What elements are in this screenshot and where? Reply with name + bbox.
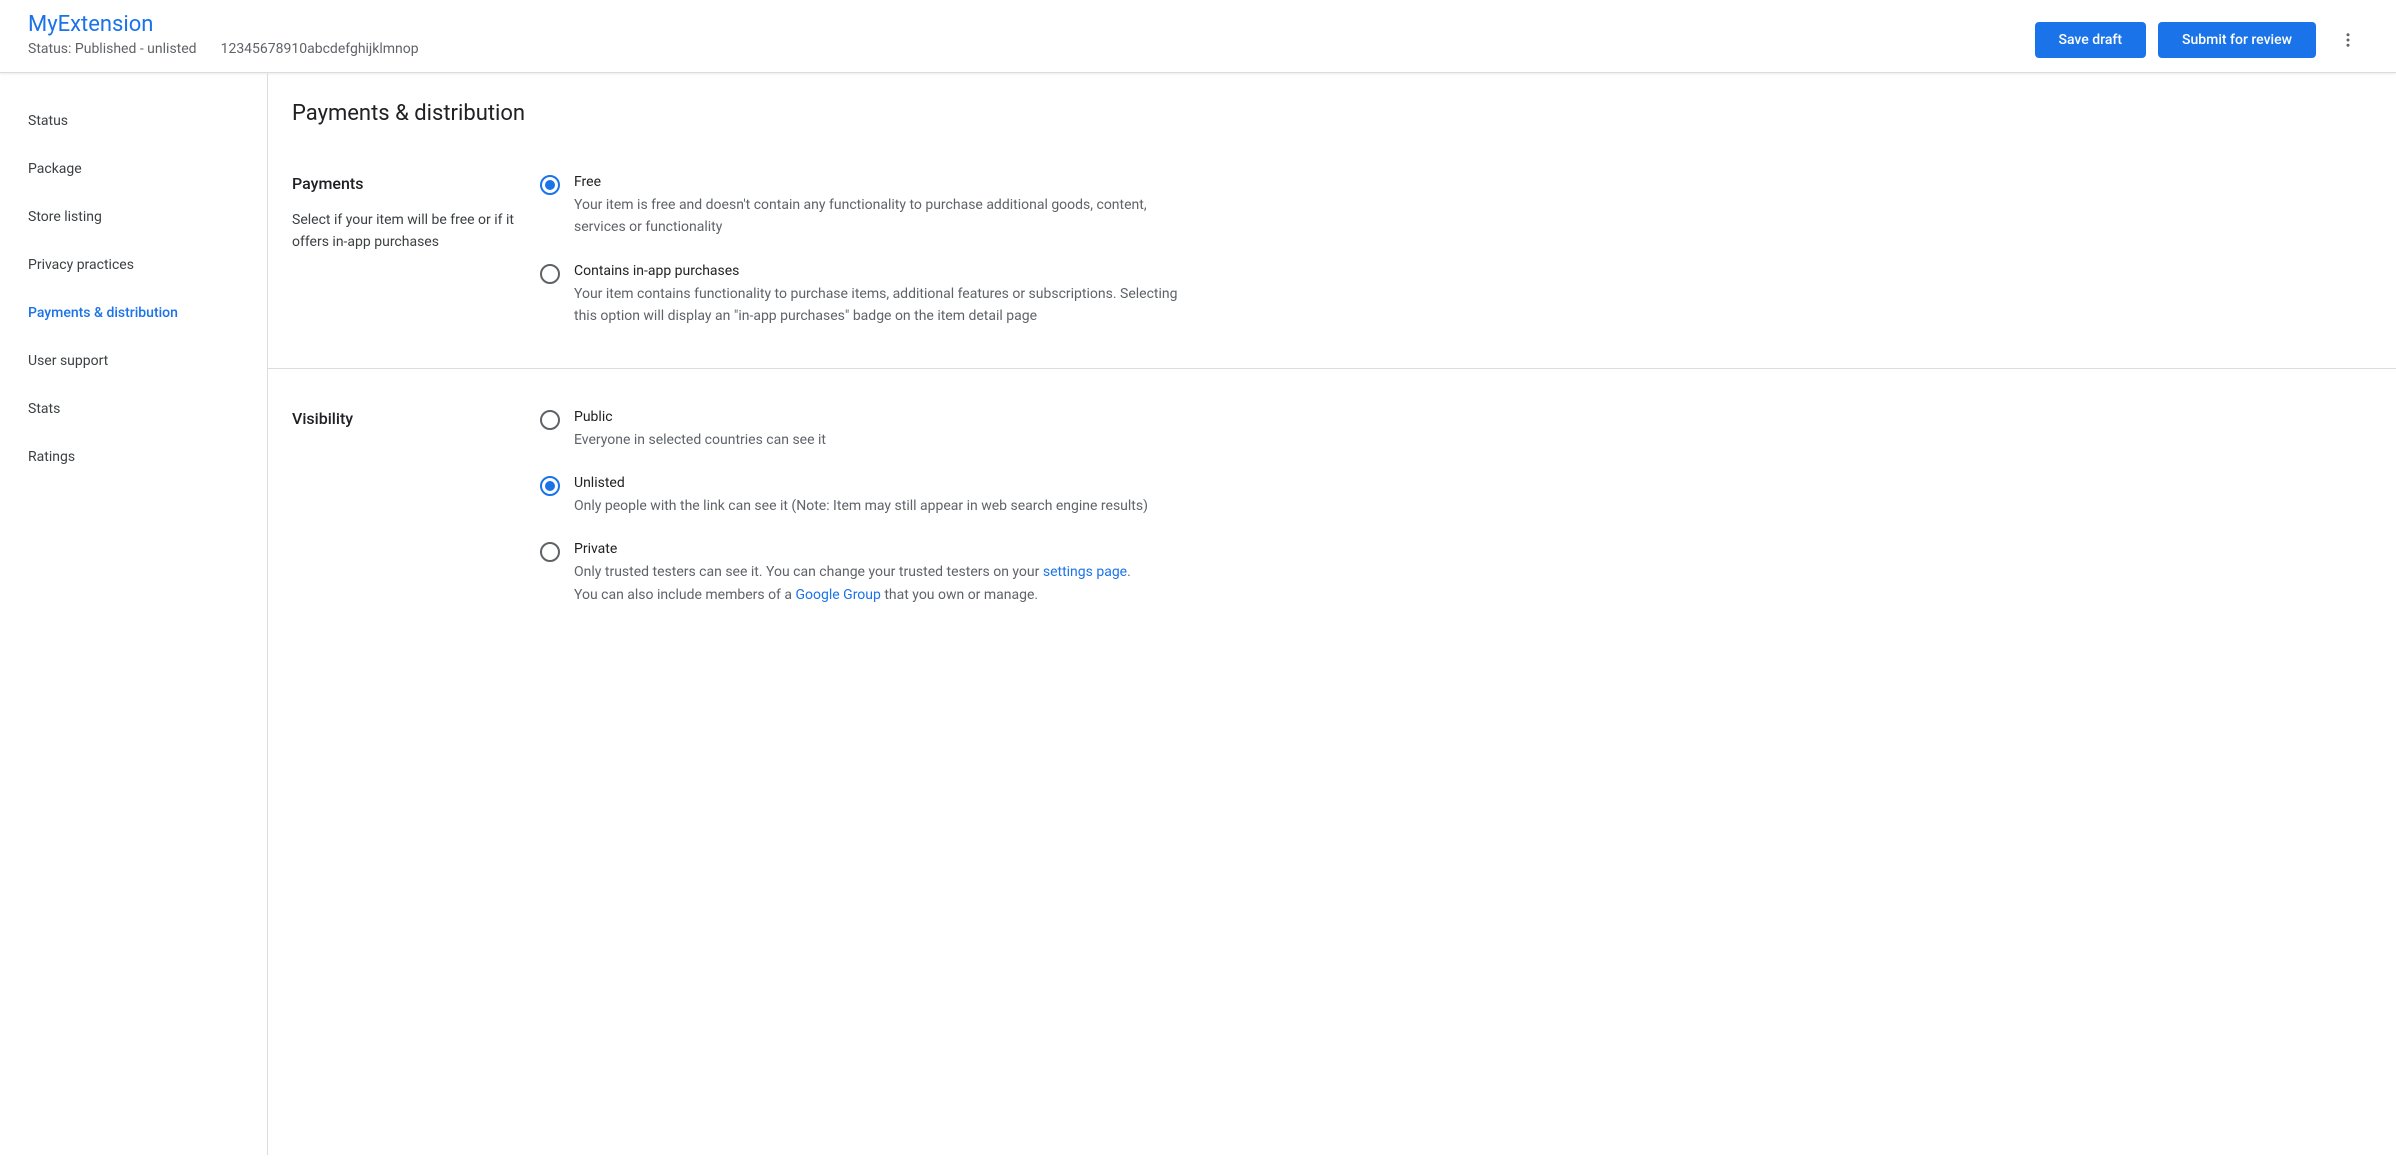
sidebar-item-payments[interactable]: Payments & distribution xyxy=(0,289,267,337)
sidebar-item-package[interactable]: Package xyxy=(0,145,267,193)
private-desc-text2: . xyxy=(1127,564,1131,580)
settings-page-link[interactable]: settings page xyxy=(1043,564,1127,580)
radio-content: Unlisted Only people with the link can s… xyxy=(574,475,1180,517)
payments-options: Free Your item is free and doesn't conta… xyxy=(540,174,1180,328)
google-group-link[interactable]: Google Group xyxy=(795,587,880,603)
sidebar: Status Package Store listing Privacy pra… xyxy=(0,73,268,1155)
payments-label: Payments Select if your item will be fre… xyxy=(292,174,520,328)
sidebar-item-privacy[interactable]: Privacy practices xyxy=(0,241,267,289)
sidebar-item-store-listing[interactable]: Store listing xyxy=(0,193,267,241)
radio-title: Public xyxy=(574,409,1180,425)
visibility-options: Public Everyone in selected countries ca… xyxy=(540,409,1180,607)
layout: Status Package Store listing Privacy pra… xyxy=(0,73,2396,1155)
header-left: MyExtension Status: Published - unlisted… xyxy=(28,12,419,57)
header-right: Save draft Submit for review xyxy=(2035,12,2368,60)
radio-private[interactable] xyxy=(540,542,560,562)
radio-title: Contains in-app purchases xyxy=(574,263,1180,279)
sidebar-item-status[interactable]: Status xyxy=(0,97,267,145)
radio-content: Private Only trusted testers can see it.… xyxy=(574,541,1180,606)
radio-title: Unlisted xyxy=(574,475,1180,491)
radio-content: Free Your item is free and doesn't conta… xyxy=(574,174,1180,239)
save-draft-button[interactable]: Save draft xyxy=(2035,22,2147,58)
sidebar-item-ratings[interactable]: Ratings xyxy=(0,433,267,481)
payments-label-desc: Select if your item will be free or if i… xyxy=(292,209,520,254)
submit-review-button[interactable]: Submit for review xyxy=(2158,22,2316,58)
radio-free[interactable] xyxy=(540,175,560,195)
radio-option-private[interactable]: Private Only trusted testers can see it.… xyxy=(540,541,1180,606)
radio-desc: Only trusted testers can see it. You can… xyxy=(574,561,1180,606)
status-text: Status: Published - unlisted xyxy=(28,41,197,57)
radio-public[interactable] xyxy=(540,410,560,430)
radio-option-inapp[interactable]: Contains in-app purchases Your item cont… xyxy=(540,263,1180,328)
payments-section: Payments Select if your item will be fre… xyxy=(292,174,2396,368)
extension-id: 12345678910abcdefghijklmnop xyxy=(221,41,419,57)
private-desc-text1: Only trusted testers can see it. You can… xyxy=(574,564,1043,580)
more-options-icon[interactable] xyxy=(2328,20,2368,60)
payments-label-title: Payments xyxy=(292,174,520,193)
radio-desc: Your item is free and doesn't contain an… xyxy=(574,194,1180,239)
sidebar-item-stats[interactable]: Stats xyxy=(0,385,267,433)
radio-desc: Your item contains functionality to purc… xyxy=(574,283,1180,328)
radio-unlisted[interactable] xyxy=(540,476,560,496)
radio-desc: Everyone in selected countries can see i… xyxy=(574,429,1180,451)
radio-content: Contains in-app purchases Your item cont… xyxy=(574,263,1180,328)
radio-desc: Only people with the link can see it (No… xyxy=(574,495,1180,517)
private-desc-text3: You can also include members of a xyxy=(574,587,795,603)
radio-content: Public Everyone in selected countries ca… xyxy=(574,409,1180,451)
header-meta: Status: Published - unlisted 12345678910… xyxy=(28,41,419,57)
visibility-section: Visibility Public Everyone in selected c… xyxy=(292,409,2396,647)
app-title[interactable]: MyExtension xyxy=(28,12,419,37)
visibility-label-title: Visibility xyxy=(292,409,520,428)
page-title: Payments & distribution xyxy=(292,101,2396,126)
radio-inapp[interactable] xyxy=(540,264,560,284)
sidebar-item-support[interactable]: User support xyxy=(0,337,267,385)
radio-title: Free xyxy=(574,174,1180,190)
radio-option-public[interactable]: Public Everyone in selected countries ca… xyxy=(540,409,1180,451)
private-desc-text4: that you own or manage. xyxy=(881,587,1038,603)
visibility-label: Visibility xyxy=(292,409,520,607)
radio-option-free[interactable]: Free Your item is free and doesn't conta… xyxy=(540,174,1180,239)
main-content: Payments & distribution Payments Select … xyxy=(268,73,2396,1155)
header: MyExtension Status: Published - unlisted… xyxy=(0,0,2396,73)
radio-option-unlisted[interactable]: Unlisted Only people with the link can s… xyxy=(540,475,1180,517)
radio-title: Private xyxy=(574,541,1180,557)
divider xyxy=(268,368,2396,369)
